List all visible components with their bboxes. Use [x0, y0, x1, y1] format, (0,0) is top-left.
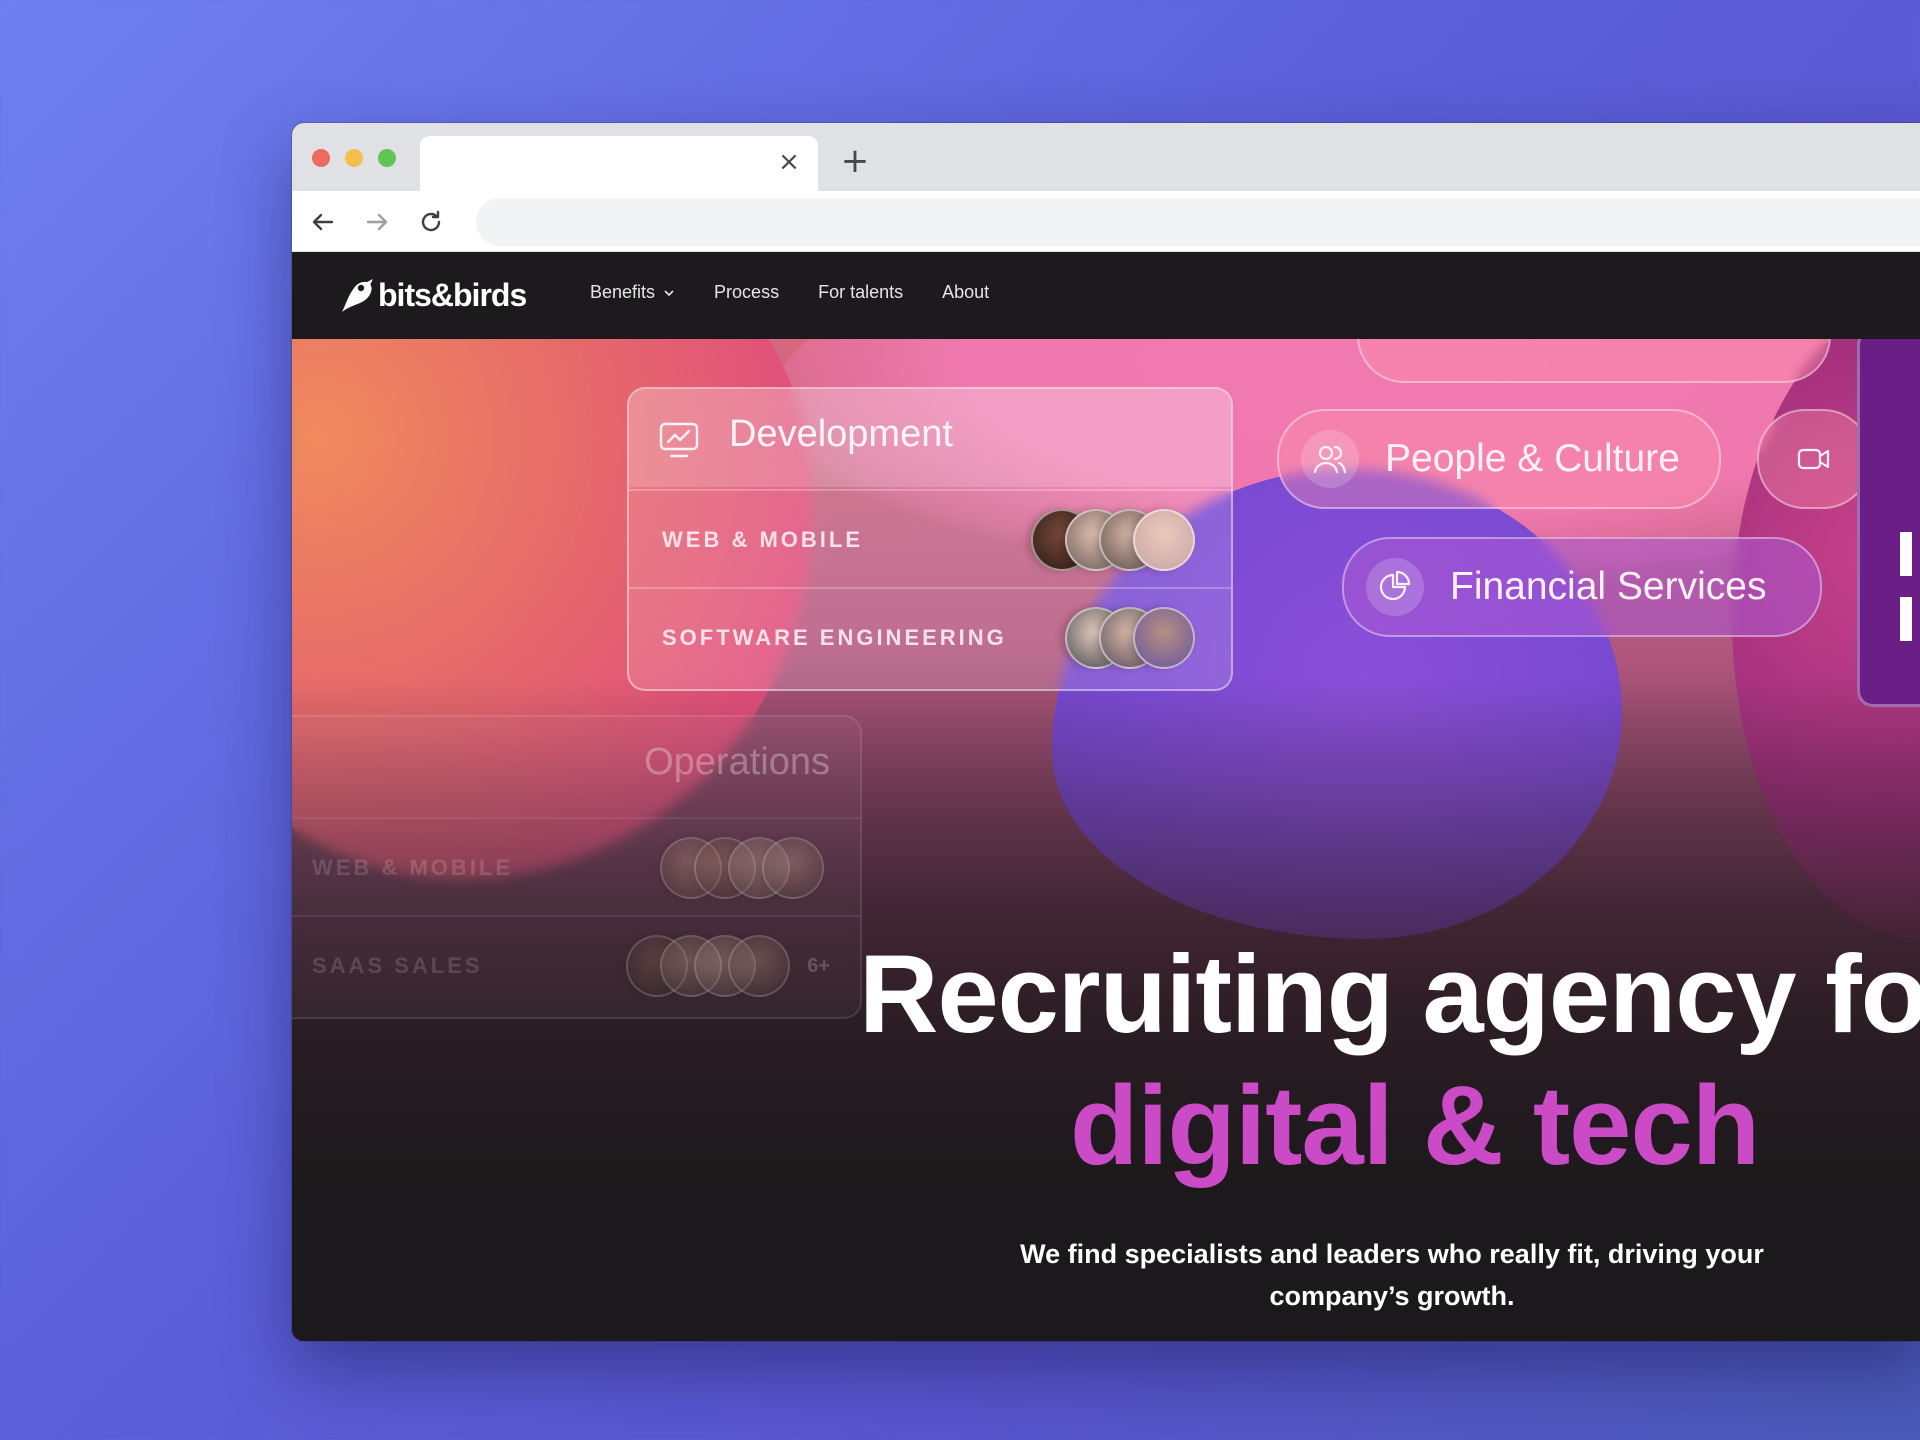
hero-headline-accent: digital & tech: [1070, 1063, 1760, 1188]
browser-window: × + bits&birds Benefits Process For tale…: [292, 123, 1920, 1341]
people-icon: [1301, 430, 1359, 488]
list-item: SAAS SALES 6+: [292, 915, 860, 1013]
bird-logo-icon: [342, 279, 373, 312]
forward-arrow-icon[interactable]: [360, 205, 394, 239]
avatar-group: [1065, 607, 1195, 669]
development-card-title: Development: [729, 413, 953, 455]
avatar: [1133, 509, 1195, 571]
logo-wordmark: bits&birds: [378, 276, 527, 313]
nav-process[interactable]: Process: [714, 282, 779, 303]
panel-glyph: [1900, 597, 1912, 641]
reload-icon[interactable]: [414, 205, 448, 239]
avatar: [1133, 607, 1195, 669]
people-culture-pill: People & Culture: [1277, 409, 1721, 509]
hero-subtitle: We find specialists and leaders who real…: [1020, 1239, 1764, 1311]
chevron-down-icon: [664, 289, 674, 296]
list-item[interactable]: WEB & MOBILE: [629, 489, 1231, 587]
row-label: WEB & MOBILE: [312, 855, 513, 880]
browser-tab[interactable]: ×: [420, 136, 818, 192]
site-logo[interactable]: bits&birds: [334, 274, 527, 316]
video-pill: [1757, 409, 1871, 509]
development-card: Development WEB & MOBILE SOFTWARE ENGINE…: [627, 387, 1233, 691]
address-bar[interactable]: [476, 198, 1920, 246]
side-panel-partial: [1857, 339, 1920, 707]
nav-about[interactable]: About: [942, 282, 989, 303]
operations-card-title: Operations: [644, 741, 830, 783]
extra-count: 6+: [807, 955, 830, 977]
operations-card: Operations WEB & MOBILE SAAS SALES 6+: [292, 715, 862, 1019]
back-arrow-icon[interactable]: [306, 205, 340, 239]
nav-for-talents[interactable]: For talents: [818, 282, 903, 303]
monitor-chart-icon: [659, 422, 699, 458]
nav-benefits[interactable]: Benefits: [590, 282, 675, 303]
website: bits&birds Benefits Process For talents …: [292, 252, 1920, 1341]
close-icon[interactable]: ×: [776, 148, 802, 176]
video-camera-icon: [1785, 430, 1843, 488]
avatar-group: [1031, 509, 1195, 571]
hero-headline: Recruiting agency fo: [859, 933, 1920, 1056]
avatar: [762, 837, 824, 899]
nav-benefits-label: Benefits: [590, 282, 656, 302]
main-menu: Benefits Process For talents About: [590, 282, 1028, 303]
avatar-group: [660, 837, 824, 899]
pill-partial-top: [1357, 339, 1831, 383]
row-label: SAAS SALES: [312, 953, 483, 978]
minimize-window-button[interactable]: [345, 149, 363, 167]
avatar-group: [626, 935, 790, 997]
list-item[interactable]: SOFTWARE ENGINEERING: [629, 587, 1231, 685]
hero-section: Operations WEB & MOBILE SAAS SALES 6+ De…: [292, 339, 1920, 1341]
avatar: [728, 935, 790, 997]
new-tab-button[interactable]: +: [837, 143, 873, 179]
pill-label: Financial Services: [1450, 565, 1767, 608]
card-header: Development: [629, 389, 1231, 487]
maximize-window-button[interactable]: [378, 149, 396, 167]
pill-label: People & Culture: [1385, 437, 1680, 480]
pie-chart-icon: [1366, 558, 1424, 616]
site-header: bits&birds Benefits Process For talents …: [292, 252, 1920, 339]
panel-glyph: [1900, 532, 1912, 576]
financial-services-pill: Financial Services: [1342, 537, 1822, 637]
row-label: WEB & MOBILE: [662, 527, 863, 552]
row-label: SOFTWARE ENGINEERING: [662, 625, 1007, 650]
browser-toolbar: [292, 191, 1920, 252]
list-item: WEB & MOBILE: [292, 817, 860, 915]
close-window-button[interactable]: [312, 149, 330, 167]
tab-bar: × +: [292, 123, 1920, 192]
